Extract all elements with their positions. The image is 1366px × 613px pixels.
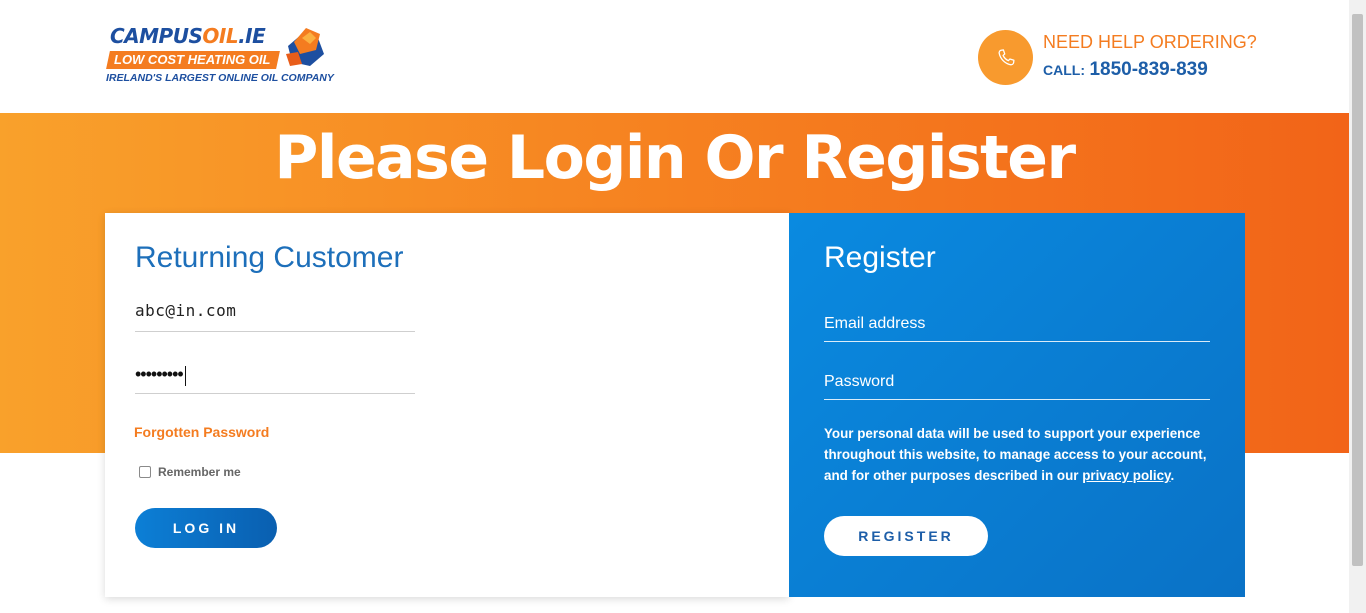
scrollbar-thumb[interactable] [1352, 14, 1363, 566]
login-title: Returning Customer [135, 241, 404, 274]
site-header: CAMPUSOIL.IE LOW COST HEATING OIL IRELAN… [0, 0, 1349, 113]
logo-tagline: LOW COST HEATING OIL [114, 52, 271, 67]
register-email-placeholder: Email address [824, 315, 926, 332]
login-button[interactable]: LOG IN [135, 508, 277, 548]
register-email-field[interactable]: Email address [824, 311, 1210, 342]
oil-drop-icon [286, 28, 324, 66]
privacy-policy-link[interactable]: privacy policy [1082, 468, 1170, 483]
phone-glyph [998, 48, 1015, 65]
logo-tagline-band: LOW COST HEATING OIL [106, 51, 280, 69]
page-title: Please Login Or Register [274, 123, 1076, 193]
text-caret [184, 365, 186, 386]
remember-me[interactable]: Remember me [139, 465, 241, 479]
logo-subtitle: IRELAND'S LARGEST ONLINE OIL COMPANY [106, 72, 334, 84]
login-password-field[interactable]: ••••••••• [135, 363, 415, 394]
login-card: Returning Customer ••••••••• Forgotten P… [105, 213, 789, 597]
remember-me-label: Remember me [158, 465, 241, 479]
phone-number[interactable]: 1850-839-839 [1089, 59, 1207, 80]
register-password-placeholder: Password [824, 373, 895, 390]
logo-wordmark: CAMPUSOIL.IE [110, 24, 266, 48]
privacy-notice: Your personal data will be used to suppo… [824, 426, 1207, 483]
help-title: NEED HELP ORDERING? [1043, 32, 1257, 52]
register-button[interactable]: REGISTER [824, 516, 988, 556]
phone-icon[interactable] [978, 30, 1033, 85]
help-phone[interactable]: CALL: 1850-839-839 [1043, 59, 1208, 81]
remember-me-checkbox[interactable] [139, 466, 151, 478]
page-scrollbar[interactable] [1349, 0, 1366, 613]
register-card: Register Email address Password Your per… [789, 213, 1245, 597]
register-title: Register [824, 241, 936, 274]
campusoil-logo[interactable]: CAMPUSOIL.IE LOW COST HEATING OIL IRELAN… [104, 18, 339, 88]
login-email-field[interactable] [135, 301, 415, 332]
forgotten-password-link[interactable]: Forgotten Password [134, 424, 269, 440]
login-email-input[interactable] [135, 301, 415, 320]
register-password-field[interactable]: Password [824, 369, 1210, 400]
login-password-input[interactable]: ••••••••• [135, 364, 184, 384]
